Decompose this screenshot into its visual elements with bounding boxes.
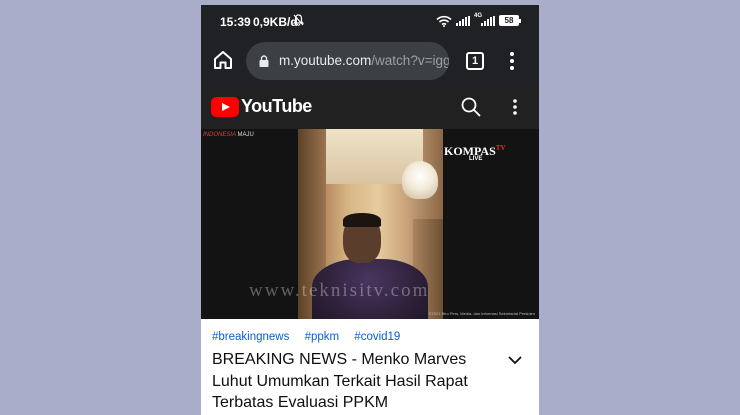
status-net-speed: 0,9KB/d (253, 15, 298, 29)
browser-toolbar: m.youtube.com/watch?v=iggi 1 (201, 37, 539, 85)
video-speaker-hair (343, 213, 381, 227)
more-vert-icon[interactable] (504, 50, 520, 72)
more-vert-icon[interactable] (507, 97, 523, 117)
hashtag-link[interactable]: #covid19 (354, 331, 400, 343)
video-overlay-logo: INDONESIA MAJU (203, 132, 254, 138)
tabs-button[interactable]: 1 (466, 52, 484, 70)
lock-icon[interactable] (259, 55, 269, 67)
youtube-logo-icon (211, 97, 239, 117)
signal-icon (481, 16, 495, 26)
video-info: #breakingnews #ppkm #covid19 BREAKING NE… (201, 319, 539, 415)
phone-screen: 15:39 0,9KB/d 4G 58 m.youtube.com/watch?… (201, 5, 539, 415)
chevron-down-icon[interactable] (507, 354, 523, 366)
home-icon[interactable] (212, 49, 234, 71)
watermark: www.teknisitv.com (249, 280, 430, 301)
youtube-logo[interactable]: YouTube (211, 96, 312, 117)
video-player[interactable]: INDONESIA MAJU KOMPASTV LIVE www.teknisi… (201, 129, 539, 319)
video-credit: ©2021 Biro Pers, Media, dan Informasi Se… (428, 311, 535, 316)
overlay-logo-text: INDONESIA (203, 132, 236, 138)
status-time: 15:39 (220, 15, 251, 29)
youtube-header: YouTube (201, 85, 539, 129)
hashtag-link[interactable]: #breakingnews (212, 331, 289, 343)
youtube-logo-text: YouTube (241, 96, 312, 116)
hashtag-link[interactable]: #ppkm (305, 331, 340, 343)
url-path: /watch?v=iggi (371, 53, 449, 68)
url-bar[interactable]: m.youtube.com/watch?v=iggi (246, 42, 449, 80)
url-text: m.youtube.com/watch?v=iggi (279, 53, 449, 68)
video-chandelier (402, 161, 438, 199)
search-icon[interactable] (460, 96, 482, 118)
video-title[interactable]: BREAKING NEWS - Menko Marves Luhut Umumk… (212, 349, 492, 414)
overlay-logo-suffix: MAJU (237, 132, 254, 138)
status-bar: 15:39 0,9KB/d 4G 58 (201, 5, 539, 37)
battery-icon: 58 (499, 15, 521, 26)
wifi-icon (436, 15, 452, 27)
channel-logo-suffix: TV (495, 144, 506, 152)
signal-icon (456, 16, 470, 26)
url-domain: m.youtube.com (279, 53, 372, 68)
hashtag-list: #breakingnews #ppkm #covid19 (212, 331, 412, 343)
live-label: LIVE (469, 156, 483, 162)
mute-icon (293, 14, 304, 26)
